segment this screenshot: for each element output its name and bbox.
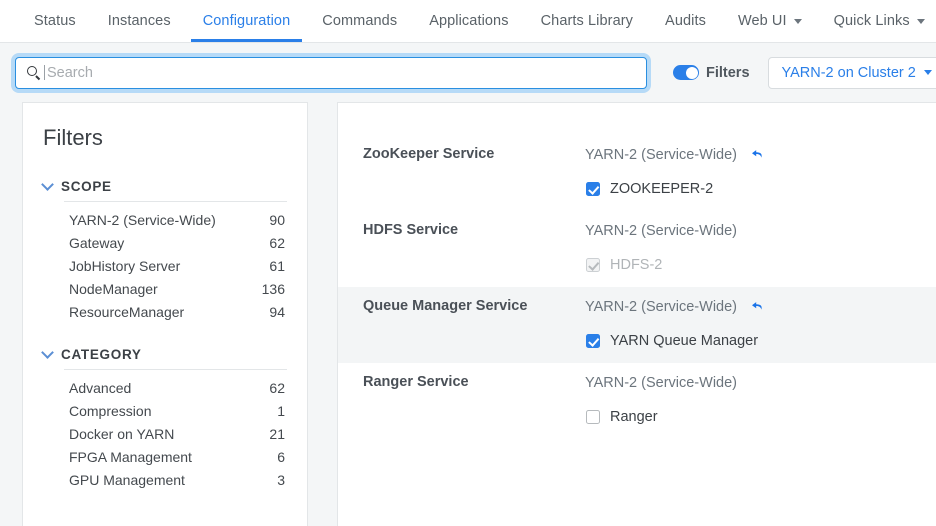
filter-item[interactable]: YARN-2 (Service-Wide) 90 — [43, 208, 287, 231]
tab-applications[interactable]: Applications — [413, 0, 524, 42]
tab-label: Web UI — [737, 13, 787, 29]
filter-group-header[interactable]: SCOPE — [41, 178, 287, 194]
filter-group-title: CATEGORY — [61, 347, 142, 362]
filter-item-count: 6 — [277, 448, 285, 465]
checkbox-label: YARN Queue Manager — [610, 333, 759, 349]
checkbox-label: HDFS-2 — [610, 257, 663, 273]
tab-label: Instances — [107, 13, 171, 29]
config-scope-label: YARN-2 (Service-Wide) — [585, 299, 738, 315]
filter-item[interactable]: GPU Management 3 — [43, 468, 287, 491]
filter-item-count: 61 — [269, 257, 285, 274]
filter-item-label: Gateway — [69, 234, 125, 251]
chevron-down-icon — [41, 178, 54, 191]
filters-sidebar: Filters SCOPE YARN-2 (Service-Wide) 90 Gate… — [22, 102, 308, 526]
tab-charts-library[interactable]: Charts Library — [525, 0, 649, 42]
filter-item-count: 1 — [277, 402, 285, 419]
config-row-label: HDFS Service — [363, 222, 459, 238]
filters-toggle-label: Filters — [706, 64, 750, 81]
tab-instances[interactable]: Instances — [92, 0, 187, 42]
filter-group-category: CATEGORY Advanced 62 Compression 1 Docker on … — [41, 346, 287, 491]
config-row-label: Queue Manager Service — [363, 298, 528, 314]
tab-configuration[interactable]: Configuration — [187, 0, 307, 42]
filter-item[interactable]: FPGA Management 6 — [43, 445, 287, 468]
filter-item-label: NodeManager — [69, 280, 158, 297]
config-row: ZooKeeper Service YARN-2 (Service-Wide) ZO… — [338, 135, 936, 211]
filters-toggle[interactable]: Filters — [673, 65, 750, 81]
config-scope-label: YARN-2 (Service-Wide) — [585, 147, 738, 163]
config-row: HDFS Service YARN-2 (Service-Wide) HDFS-2 — [338, 211, 936, 287]
tab-label: Configuration — [202, 13, 291, 29]
tab-label: Audits — [665, 13, 706, 29]
undo-icon[interactable] — [749, 299, 765, 315]
undo-icon[interactable] — [749, 147, 765, 163]
divider — [64, 201, 287, 202]
tab-status[interactable]: Status — [18, 0, 92, 42]
checkbox[interactable] — [586, 410, 600, 424]
config-row: Ranger Service YARN-2 (Service-Wide) Range… — [338, 363, 936, 439]
filter-item[interactable]: Advanced 62 — [43, 376, 287, 399]
filter-group-scope: SCOPE YARN-2 (Service-Wide) 90 Gateway 62 Job… — [41, 178, 287, 323]
toolbar: Search Filters YARN-2 on Cluster 2 — [0, 43, 936, 102]
tab-audits[interactable]: Audits — [649, 0, 722, 42]
filter-item-label: Compression — [69, 402, 152, 419]
config-scope-label: YARN-2 (Service-Wide) — [585, 223, 738, 239]
filter-item[interactable]: ResourceManager 94 — [43, 300, 287, 323]
config-scope-label: YARN-2 (Service-Wide) — [585, 375, 738, 391]
chevron-down-icon — [41, 346, 54, 359]
filter-item-label: YARN-2 (Service-Wide) — [69, 211, 216, 228]
checkbox — [586, 258, 600, 272]
chevron-down-icon — [793, 18, 802, 24]
checkbox-label: Ranger — [610, 409, 658, 425]
chevron-down-icon — [923, 70, 932, 75]
filter-item-label: Advanced — [69, 379, 132, 396]
filter-item-count: 94 — [269, 303, 285, 320]
tab-label: Quick Links — [833, 13, 910, 29]
toggle-switch-icon[interactable] — [673, 65, 699, 80]
filter-item-count: 136 — [261, 280, 285, 297]
filter-group-header[interactable]: CATEGORY — [41, 346, 287, 362]
checkbox[interactable] — [586, 334, 600, 348]
search-icon — [26, 65, 41, 80]
filter-item-count: 90 — [269, 211, 285, 228]
search-input-wrapper[interactable]: Search — [15, 56, 647, 89]
tab-commands[interactable]: Commands — [306, 0, 413, 42]
sidebar-title: Filters — [43, 125, 103, 150]
filter-item-count: 21 — [269, 425, 285, 442]
filter-item-label: FPGA Management — [69, 448, 192, 465]
tab-label: Commands — [322, 13, 398, 29]
filter-item-label: Docker on YARN — [69, 425, 175, 442]
config-row-label: Ranger Service — [363, 374, 469, 390]
config-row-label: ZooKeeper Service — [363, 146, 495, 162]
cluster-selector-label: YARN-2 on Cluster 2 — [781, 64, 916, 81]
filter-item[interactable]: Gateway 62 — [43, 231, 287, 254]
filter-item-label: ResourceManager — [69, 303, 185, 320]
filter-item[interactable]: Compression 1 — [43, 399, 287, 422]
tab-quick-links[interactable]: Quick Links — [818, 0, 936, 42]
checkbox-label: ZOOKEEPER-2 — [610, 181, 714, 197]
tab-label: Applications — [429, 13, 509, 29]
filter-item-label: JobHistory Server — [69, 257, 181, 274]
configuration-list: ZooKeeper Service YARN-2 (Service-Wide) ZO… — [337, 102, 936, 526]
checkbox[interactable] — [586, 182, 600, 196]
filter-item[interactable]: NodeManager 136 — [43, 277, 287, 300]
filter-item-count: 62 — [269, 379, 285, 396]
divider — [64, 369, 287, 370]
primary-tab-bar: Status Instances Configuration Commands Appl… — [0, 0, 936, 43]
page-body: Filters SCOPE YARN-2 (Service-Wide) 90 Gate… — [0, 102, 936, 526]
tab-label: Charts Library — [540, 13, 634, 29]
tab-web-ui[interactable]: Web UI — [722, 0, 818, 42]
chevron-down-icon — [916, 18, 925, 24]
filter-item[interactable]: Docker on YARN 21 — [43, 422, 287, 445]
config-row: Queue Manager Service YARN-2 (Service-Wid… — [338, 287, 936, 363]
search-input[interactable]: Search — [47, 65, 93, 81]
filter-item-count: 3 — [277, 471, 285, 488]
filter-group-title: SCOPE — [61, 179, 112, 194]
filter-item-count: 62 — [269, 234, 285, 251]
filter-item[interactable]: JobHistory Server 61 — [43, 254, 287, 277]
tab-label: Status — [34, 13, 76, 29]
filter-item-label: GPU Management — [69, 471, 185, 488]
text-caret — [44, 65, 45, 80]
cluster-selector-button[interactable]: YARN-2 on Cluster 2 — [767, 56, 936, 89]
